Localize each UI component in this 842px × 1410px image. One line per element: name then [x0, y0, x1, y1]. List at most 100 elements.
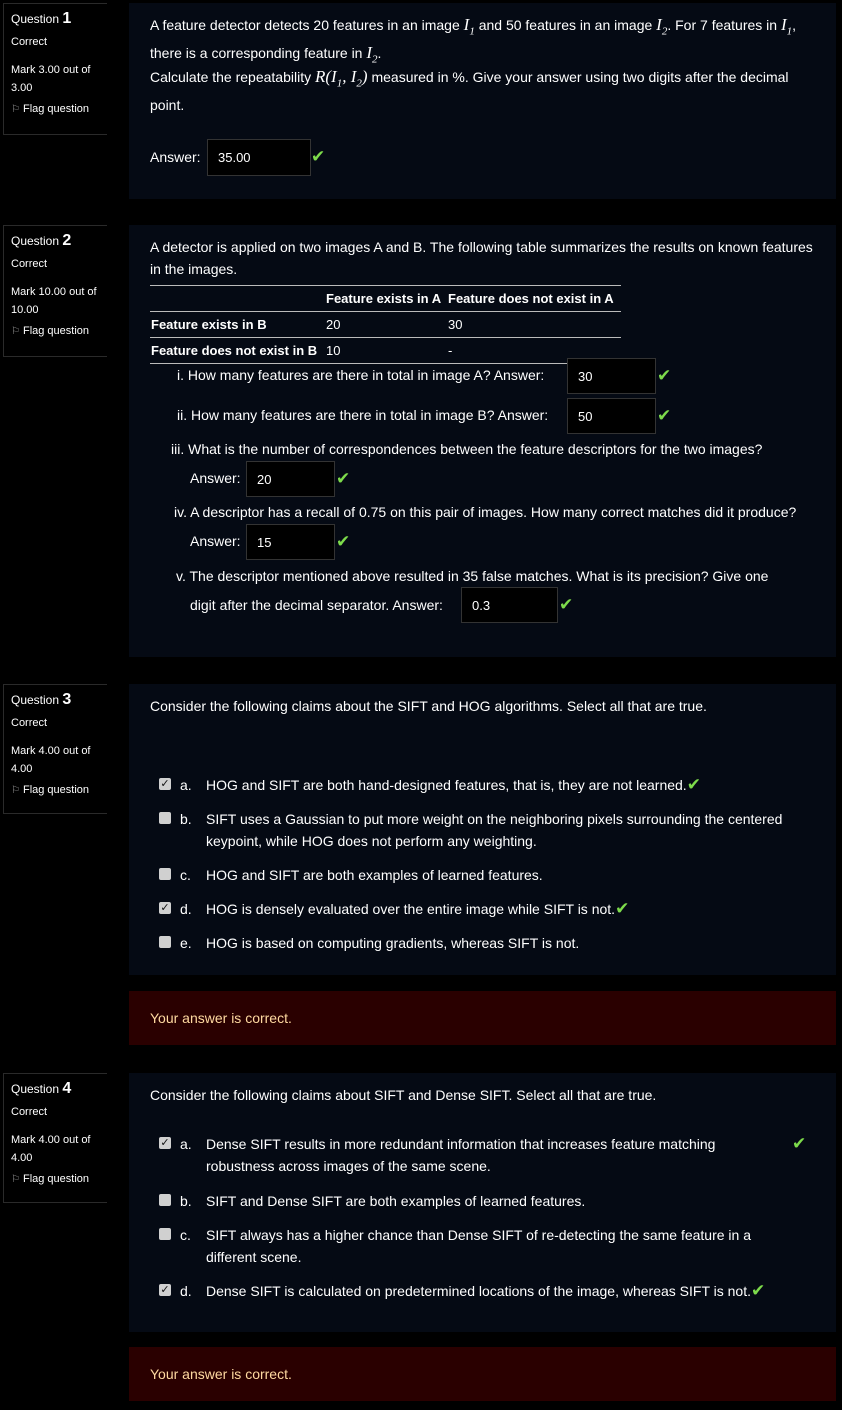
check-icon: ✔ — [792, 1134, 807, 1153]
checkbox[interactable] — [159, 812, 171, 824]
answer-input-i[interactable]: 30 — [567, 358, 656, 394]
question-4-info: Question 4 Correct Mark 4.00 out of 4.00… — [3, 1073, 107, 1203]
question-2-content: A detector is applied on two images A an… — [129, 225, 836, 657]
option-text-value: HOG and SIFT are both hand-designed feat… — [206, 777, 687, 793]
checkbox[interactable]: ✓ — [159, 902, 171, 914]
question-number-value: 3 — [62, 691, 72, 708]
flag-label: Flag question — [22, 325, 90, 337]
option-a[interactable]: ✓ a. HOG and SIFT are both hand-designed… — [159, 774, 816, 796]
answer-value: 15 — [257, 534, 272, 550]
table-row: Feature does not exist in B 10 - — [150, 338, 621, 364]
option-c[interactable]: c. HOG and SIFT are both examples of lea… — [159, 864, 816, 886]
question-label: Question — [11, 1082, 60, 1096]
question-number: Question 1 — [11, 10, 107, 28]
option-text: Dense SIFT is calculated on predetermine… — [206, 1280, 816, 1302]
question-intro: A detector is applied on two images A an… — [150, 239, 813, 277]
results-table: Feature exists in A Feature does not exi… — [150, 285, 621, 364]
flag-question-link[interactable]: ⚐ Flag question — [11, 1173, 107, 1185]
option-letter: e. — [180, 935, 192, 951]
flag-label: Flag question — [22, 784, 90, 796]
option-a[interactable]: ✓ a. Dense SIFT results in more redundan… — [159, 1133, 776, 1177]
question-grade: Mark 3.00 out of 3.00 — [11, 64, 91, 94]
option-text: SIFT always has a higher chance than Den… — [206, 1227, 752, 1265]
check-icon: ✔ — [336, 532, 351, 551]
question-state: Correct — [11, 258, 48, 270]
question-grade: Mark 4.00 out of 4.00 — [11, 1134, 91, 1164]
feedback-message: Your answer is correct. — [129, 1347, 836, 1401]
option-text: HOG and SIFT are both examples of learne… — [206, 867, 543, 883]
checkbox[interactable] — [159, 936, 171, 948]
table-header-row: Feature exists in A Feature does not exi… — [150, 285, 621, 312]
question-state: Correct — [11, 717, 48, 729]
option-letter: c. — [180, 867, 191, 883]
feedback-message: Your answer is correct. — [129, 991, 836, 1045]
question-prompt: Consider the following claims about the … — [150, 698, 707, 714]
question-prompt: Consider the following claims about SIFT… — [150, 1087, 657, 1103]
question-text-part: . — [377, 45, 382, 62]
question-text: A feature detector detects 20 features i… — [150, 14, 815, 71]
question-number-value: 1 — [62, 10, 72, 27]
question-state: Correct — [11, 36, 48, 48]
option-text: Dense SIFT results in more redundant inf… — [206, 1136, 716, 1174]
table-header-cell: Feature exists in A — [326, 291, 442, 306]
checkbox[interactable]: ✓ — [159, 1284, 171, 1296]
option-b[interactable]: b. SIFT uses a Gaussian to put more weig… — [159, 808, 816, 852]
answer-label: Answer: — [150, 149, 201, 165]
flag-label: Flag question — [22, 1173, 90, 1185]
question-number: Question 3 — [11, 691, 107, 709]
flag-question-link[interactable]: ⚐ Flag question — [11, 784, 107, 796]
check-icon: ✔ — [559, 595, 574, 614]
option-d[interactable]: ✓ d. Dense SIFT is calculated on predete… — [159, 1280, 816, 1302]
option-e[interactable]: e. HOG is based on computing gradients, … — [159, 932, 816, 954]
answer-input-iv[interactable]: 15 — [246, 524, 335, 560]
checkbox[interactable] — [159, 1228, 171, 1240]
option-d[interactable]: ✓ d. HOG is densely evaluated over the e… — [159, 898, 816, 920]
answer-input-v[interactable]: 0.3 — [461, 587, 558, 623]
subquestion-v-continued: digit after the decimal separator. Answe… — [190, 597, 443, 613]
question-1-info: Question 1 Correct Mark 3.00 out of 3.00… — [3, 3, 107, 135]
option-text: SIFT and Dense SIFT are both examples of… — [206, 1193, 586, 1209]
option-letter: a. — [180, 777, 192, 793]
option-c[interactable]: c. SIFT always has a higher chance than … — [159, 1224, 776, 1268]
checkbox[interactable]: ✓ — [159, 1137, 171, 1149]
question-number: Question 4 — [11, 1080, 107, 1098]
flag-question-link[interactable]: ⚐ Flag question — [11, 325, 107, 337]
answer-input[interactable]: 35.00 — [207, 139, 311, 176]
subquestion-iv: iv. A descriptor has a recall of 0.75 on… — [174, 504, 797, 520]
check-icon: ✔ — [615, 899, 630, 918]
question-text-part: . For 7 features in — [667, 17, 778, 33]
flag-question-link[interactable]: ⚐ Flag question — [11, 103, 107, 115]
option-letter: b. — [180, 811, 192, 827]
flag-icon: ⚐ — [11, 104, 20, 115]
check-icon: ✔ — [657, 366, 672, 385]
table-cell: 20 — [326, 317, 341, 332]
question-1-content: A feature detector detects 20 features i… — [129, 3, 836, 199]
table-cell: 30 — [448, 317, 463, 332]
answer-input-ii[interactable]: 50 — [567, 398, 656, 434]
check-icon: ✔ — [657, 406, 672, 425]
question-instruction: Calculate the repeatability R(I1, I2) me… — [150, 66, 815, 116]
flag-label: Flag question — [22, 103, 90, 115]
option-text-value: HOG is densely evaluated over the entire… — [206, 901, 616, 917]
answer-input-iii[interactable]: 20 — [246, 461, 335, 497]
checkbox[interactable] — [159, 868, 171, 880]
option-text-value: Dense SIFT is calculated on predetermine… — [206, 1283, 751, 1299]
math-i2: I2 — [656, 15, 668, 38]
check-icon: ✔ — [686, 775, 701, 794]
checkbox[interactable]: ✓ — [159, 778, 171, 790]
math-repeatability: R(I1, I2) — [315, 67, 368, 90]
question-label: Question — [11, 12, 60, 26]
subquestion-i: i. How many features are there in total … — [177, 367, 545, 383]
table-row-header: Feature exists in B — [151, 317, 267, 332]
math-i1: I1 — [463, 15, 475, 38]
check-icon: ✔ — [336, 469, 351, 488]
flag-icon: ⚐ — [11, 326, 20, 337]
checkbox[interactable] — [159, 1194, 171, 1206]
question-grade: Mark 4.00 out of 4.00 — [11, 745, 91, 775]
question-state: Correct — [11, 1106, 48, 1118]
table-row: Feature exists in B 20 30 — [150, 312, 621, 338]
option-b[interactable]: b. SIFT and Dense SIFT are both examples… — [159, 1190, 816, 1212]
option-text: HOG is densely evaluated over the entire… — [206, 898, 816, 920]
option-text: SIFT uses a Gaussian to put more weight … — [206, 811, 783, 849]
option-letter: a. — [180, 1136, 192, 1152]
